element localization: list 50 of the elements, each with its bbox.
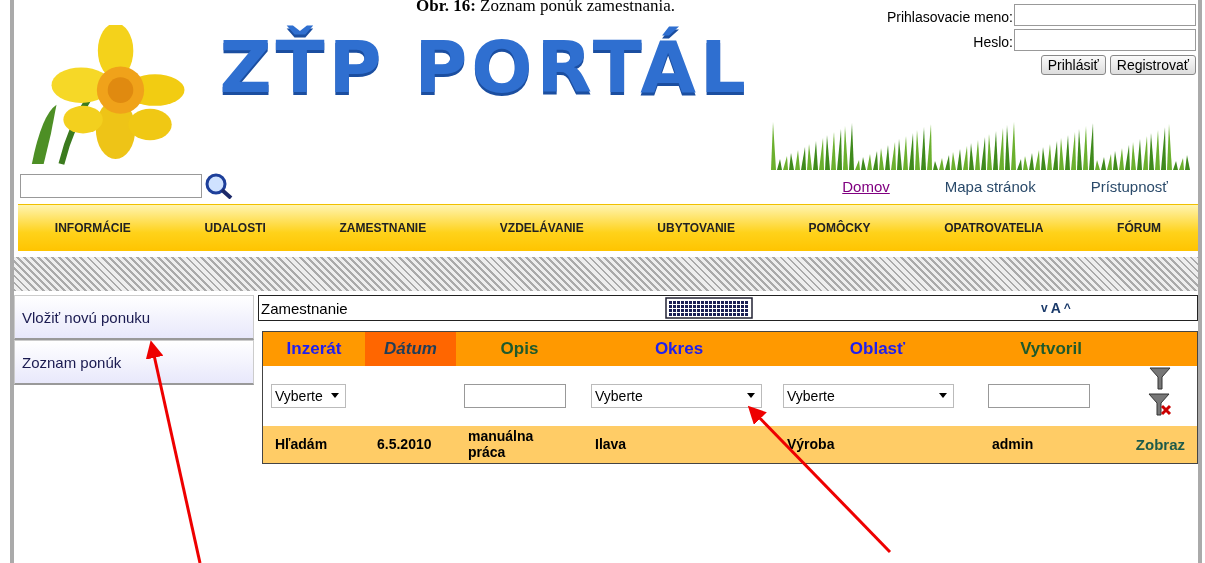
username-field[interactable] [1014,4,1196,26]
site-logo: ZŤP PORTÁL [219,24,750,111]
filter-dropdown[interactable]: Vyberte [783,383,954,408]
menu-item[interactable]: OPATROVATELIA [944,221,1044,235]
column-header: Vytvoril [980,331,1122,366]
table-cell: Hľadám [262,425,365,464]
keyboard-icon[interactable] [665,297,753,319]
caret-icon [331,393,339,398]
header-link[interactable]: Prístupnosť [1090,177,1168,195]
column-header[interactable]: Oblasť [775,331,980,366]
sidebar-item[interactable]: Zoznam ponúk [14,340,254,385]
filter-dropdown[interactable]: Vyberte [591,383,762,408]
password-field[interactable] [1014,29,1196,51]
menu-item[interactable]: UBYTOVANIE [657,221,735,235]
menu-item[interactable]: UDALOSTI [204,221,266,235]
column-header[interactable]: Dátum [365,331,456,366]
login-button[interactable]: Prihlásiť [1040,55,1106,75]
menu-item[interactable]: VZDELÁVANIE [499,221,584,235]
filter-icon[interactable] [1148,365,1171,390]
search-field[interactable] [20,174,202,198]
caret-icon [939,393,947,398]
caret-icon [747,393,755,398]
table-cell: manuálna práca [456,425,583,464]
filter-field[interactable] [464,383,566,408]
section-title: Zamestnanie [260,299,349,317]
table-cell: Ilava [583,425,775,464]
header-link[interactable]: Domov [842,177,890,195]
column-header[interactable]: Inzerát [262,331,365,366]
table-cell: admin [980,425,1122,464]
font-size-control[interactable]: ^ [1063,300,1071,316]
register-button[interactable]: Registrovať [1109,55,1196,75]
column-header: Opis [456,331,583,366]
view-link[interactable]: Zobraz [1135,435,1185,453]
menu-item[interactable]: ZAMESTNANIE [339,221,427,235]
table-cell: Výroba [775,425,980,464]
column-header[interactable]: Okres [583,331,775,366]
menu-item[interactable]: POMÔCKY [808,221,871,235]
search-icon[interactable] [205,173,233,199]
filter-dropdown[interactable]: Vyberte [271,383,346,408]
clear-filter-icon[interactable] [1147,391,1172,416]
font-size-control[interactable]: v [1041,300,1048,316]
header-link[interactable]: Mapa stránok [944,177,1036,195]
sidebar-item[interactable]: Vložiť novú ponuku [14,295,254,340]
menu-item[interactable]: FÓRUM [1117,221,1162,235]
filter-field[interactable] [988,383,1090,408]
menu-item[interactable]: INFORMÁCIE [54,221,131,235]
font-size-control[interactable]: A [1050,300,1061,316]
username-label: Prihlasovacie meno: [886,8,1013,25]
table-cell: 6.5.2010 [365,425,456,464]
password-label: Heslo: [973,33,1013,50]
